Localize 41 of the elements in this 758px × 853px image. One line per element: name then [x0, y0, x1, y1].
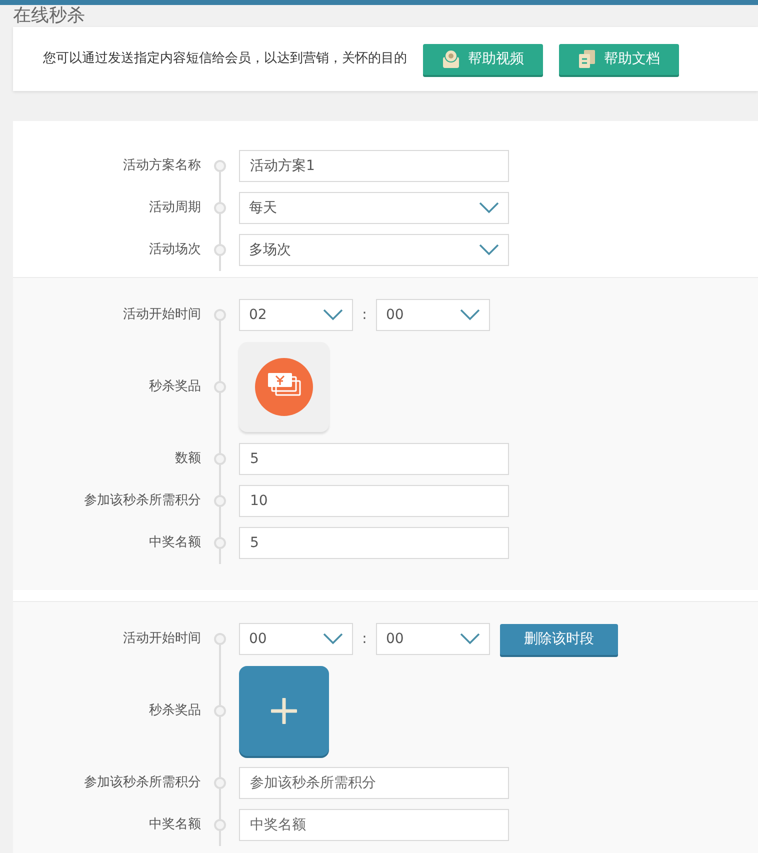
- input-field[interactable]: 5: [239, 527, 509, 559]
- prize-tile[interactable]: [239, 342, 329, 432]
- field-label: 参加该秒杀所需积分: [84, 492, 201, 510]
- delete-slot-button[interactable]: 删除该时段: [500, 624, 618, 654]
- camera-icon: [442, 49, 460, 69]
- chevron-down-icon: [460, 633, 480, 645]
- chevron-down-icon: [323, 633, 343, 645]
- plus-icon: [271, 698, 297, 724]
- chevron-down-icon: [323, 309, 343, 321]
- field-label: 数额: [175, 450, 201, 468]
- field-label: 活动场次: [149, 241, 201, 260]
- input-field[interactable]: 活动方案1: [239, 150, 509, 182]
- field-label: 活动方案名称: [123, 157, 201, 176]
- chevron-down-icon: [460, 309, 480, 321]
- input-field[interactable]: 参加该秒杀所需积分: [239, 767, 509, 799]
- field-label: 活动开始时间: [123, 306, 201, 324]
- field-label: 秒杀奖品: [149, 378, 201, 396]
- field-label: 活动周期: [149, 199, 201, 218]
- field-label: 参加该秒杀所需积分: [84, 774, 201, 792]
- select-field[interactable]: 00: [376, 623, 490, 655]
- money-icon: [254, 357, 314, 417]
- time-separator: :: [361, 630, 368, 648]
- select-field[interactable]: 多场次: [239, 234, 509, 266]
- page-title: 在线秒杀: [12, 5, 86, 27]
- input-field[interactable]: 10: [239, 485, 509, 517]
- select-field[interactable]: 02: [239, 299, 353, 331]
- field-label: 秒杀奖品: [149, 702, 201, 720]
- field-label: 活动开始时间: [123, 630, 201, 648]
- select-field[interactable]: 00: [239, 623, 353, 655]
- field-label: 中奖名额: [149, 534, 201, 552]
- select-field[interactable]: 00: [376, 299, 490, 331]
- chevron-down-icon: [479, 202, 499, 214]
- add-prize-button[interactable]: [239, 666, 329, 756]
- chevron-down-icon: [479, 244, 499, 256]
- input-field[interactable]: 中奖名额: [239, 809, 509, 841]
- input-field[interactable]: 5: [239, 443, 509, 475]
- field-label: 中奖名额: [149, 816, 201, 834]
- select-field[interactable]: 每天: [239, 192, 509, 224]
- time-separator: :: [361, 306, 368, 324]
- notice-text: 您可以通过发送指定内容短信给会员，以达到营销，关怀的目的: [43, 50, 407, 68]
- document-icon: [578, 49, 596, 69]
